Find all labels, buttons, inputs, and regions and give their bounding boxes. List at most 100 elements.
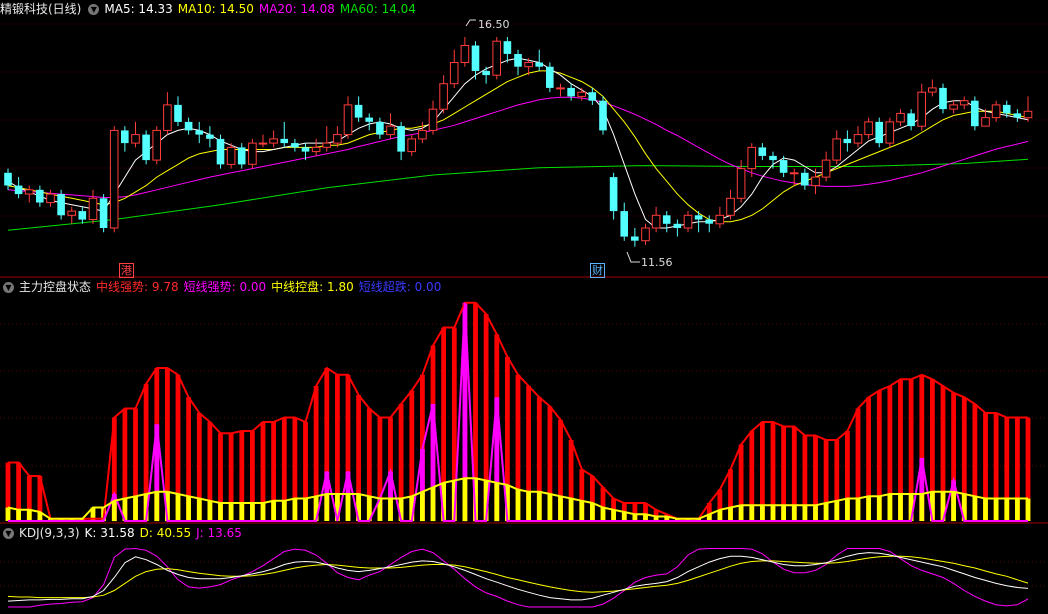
- mid-control-bar: [568, 498, 574, 521]
- candle-down: [4, 172, 12, 186]
- ma10-label: MA10: 14.50: [177, 2, 254, 16]
- mid-control-bar: [133, 496, 138, 522]
- chevron-down-icon[interactable]: ▼: [88, 4, 100, 15]
- mid-control-bar: [611, 509, 616, 522]
- candle-down: [1013, 113, 1022, 118]
- mid-control-bar: [515, 489, 521, 521]
- candle-up: [163, 104, 172, 131]
- candle-up: [736, 168, 746, 199]
- candle-down: [907, 113, 915, 127]
- candle-up: [460, 45, 470, 63]
- candle-down: [875, 121, 883, 144]
- chevron-down-icon[interactable]: ▼: [3, 282, 14, 293]
- ma5-line: [7, 57, 1029, 229]
- candle-up: [152, 129, 161, 161]
- candle-up: [226, 146, 236, 165]
- candle-up: [343, 104, 353, 136]
- mid-control-bar: [250, 503, 255, 521]
- mid-control-bar: [802, 505, 808, 522]
- candle-up: [333, 134, 342, 144]
- candle-down: [36, 189, 44, 203]
- candle-down: [801, 172, 809, 186]
- short-drop-label: 短线超跌: 0.00: [358, 280, 442, 294]
- mid-control-bar: [5, 507, 11, 521]
- candle-up: [949, 104, 958, 110]
- mid-control-bar: [260, 503, 266, 521]
- ma10-line: [7, 70, 1029, 223]
- candle-up: [311, 146, 321, 153]
- candle-down: [195, 130, 203, 135]
- candle-down: [971, 100, 979, 127]
- candle-up: [885, 121, 895, 144]
- candle-down: [184, 121, 193, 131]
- mid-strong-label: 中线强势: 9.78: [96, 280, 179, 294]
- candle-up: [269, 138, 278, 144]
- candle-up: [24, 189, 34, 195]
- mid-control-bar: [898, 494, 903, 521]
- mid-control-bar: [834, 500, 840, 522]
- candle-up: [46, 193, 55, 204]
- candle-down: [99, 198, 108, 228]
- mid-control-bar: [547, 494, 553, 521]
- mid-control-bar: [1015, 498, 1020, 521]
- candle-up: [747, 146, 757, 170]
- mid-control-bar: [823, 503, 829, 521]
- mid-control-bar: [579, 500, 585, 522]
- mid-control-bar: [845, 498, 850, 521]
- candle-up: [67, 210, 77, 216]
- hk-connect-marker[interactable]: 港: [119, 263, 134, 278]
- stock-title: 精锻科技(日线): [0, 2, 82, 16]
- candle-up: [715, 214, 725, 225]
- candle-down: [206, 134, 214, 139]
- candle-down: [758, 147, 767, 156]
- candle-up: [853, 134, 863, 144]
- candle-up: [981, 117, 990, 127]
- mid-control-bar: [196, 498, 202, 521]
- candle-down: [57, 194, 65, 216]
- ma20-line: [7, 96, 1029, 198]
- candle-up: [577, 91, 587, 97]
- candle-down: [397, 126, 405, 152]
- candle-down: [354, 104, 363, 118]
- candle-down: [673, 223, 682, 228]
- candle-down: [694, 215, 703, 220]
- candle-up: [556, 87, 565, 90]
- candle-up: [322, 142, 331, 148]
- chevron-down-icon[interactable]: ▼: [3, 528, 14, 539]
- candle-up: [492, 40, 501, 76]
- mid-control-label: 中线控盘: 1.80: [271, 280, 354, 294]
- mid-control-bar: [175, 494, 181, 521]
- ma5-label: MA5: 14.33: [104, 2, 173, 16]
- candle-down: [365, 117, 373, 122]
- ma60-line: [7, 158, 1029, 231]
- mid-control-bar: [951, 491, 956, 522]
- candle-down: [705, 219, 713, 224]
- candle-up: [641, 227, 650, 242]
- price-panel-header: 精锻科技(日线) ▼ MA5: 14.33 MA10: 14.50 MA20: 14.0…: [0, 0, 421, 18]
- short-strong-label: 短线强势: 0.00: [183, 280, 267, 294]
- mid-control-bar: [738, 505, 744, 522]
- candle-up: [258, 142, 268, 145]
- candle-down: [78, 211, 87, 220]
- financial-report-marker[interactable]: 财: [590, 263, 605, 278]
- mid-control-bar: [791, 505, 797, 522]
- mid-control-bar: [345, 494, 351, 521]
- candle-down: [14, 185, 23, 195]
- mid-control-bar: [292, 498, 298, 521]
- candle-down: [503, 41, 512, 54]
- candle-down: [301, 147, 310, 152]
- candle-down: [535, 62, 543, 67]
- mid-control-bar: [111, 500, 117, 522]
- mid-control-bar: [281, 500, 287, 522]
- ma60-label: MA60: 14.04: [339, 2, 416, 16]
- mid-control-bar: [887, 494, 893, 521]
- mid-control-bar: [760, 505, 765, 522]
- candle-up: [407, 138, 416, 153]
- candle-up: [88, 197, 98, 221]
- stock-chart-canvas: [0, 19, 1048, 608]
- mid-control-bar: [728, 507, 733, 521]
- kdj-title: KDJ(9,3,3): [19, 526, 80, 540]
- candle-up: [683, 214, 693, 229]
- mid-control-bar: [558, 496, 563, 522]
- candle-up: [917, 91, 927, 127]
